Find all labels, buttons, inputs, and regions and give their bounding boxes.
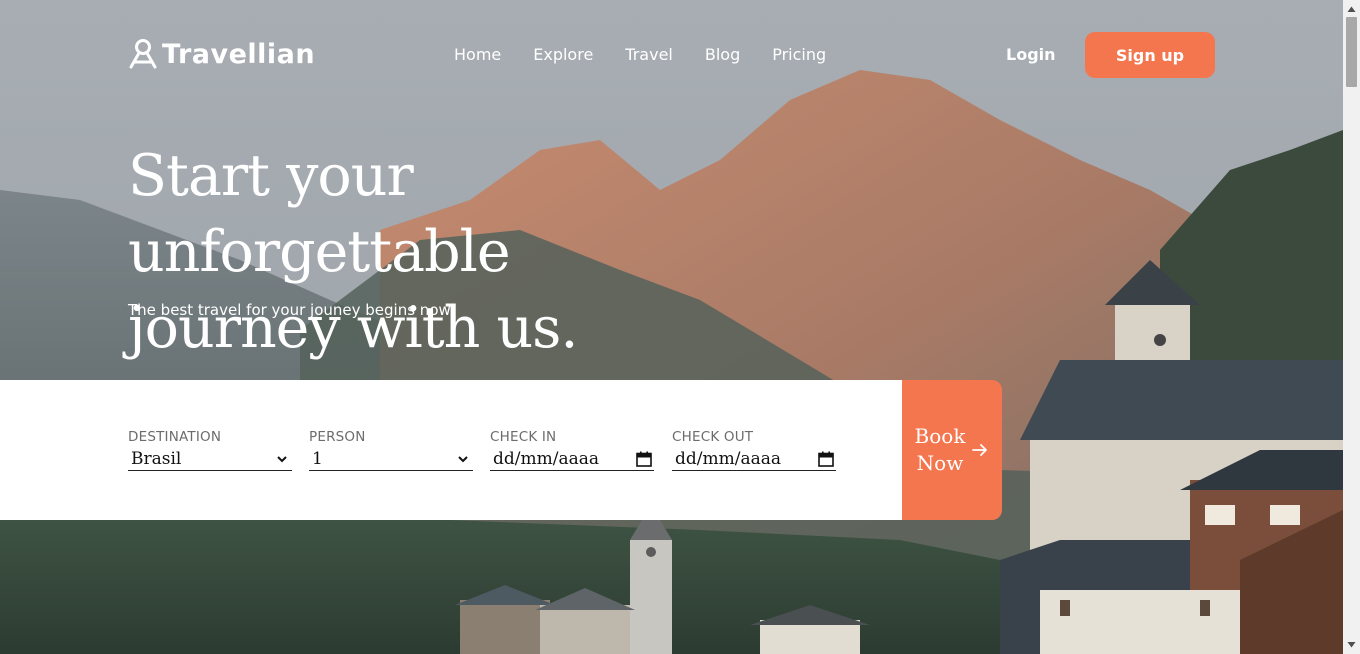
- brand-logo[interactable]: Travellian: [128, 38, 315, 70]
- check-in-label: CHECK IN: [490, 429, 557, 445]
- hero-headline: Start your unforgettable journey with us…: [128, 138, 808, 366]
- login-link[interactable]: Login: [1006, 45, 1056, 64]
- arrow-right-icon: [972, 444, 988, 456]
- hero-subheadline: The best travel for your jouney begins n…: [128, 301, 451, 319]
- main-nav-links: Home Explore Travel Blog Pricing: [454, 45, 826, 64]
- signup-button[interactable]: Sign up: [1085, 32, 1215, 78]
- chevron-down-icon: [277, 455, 287, 462]
- booking-form: DESTINATION Brasil PERSON 1 CHECK IN dd/…: [0, 380, 902, 520]
- brand-name: Travellian: [162, 38, 316, 70]
- destination-field: DESTINATION Brasil: [128, 429, 292, 471]
- person-value: 1: [312, 448, 323, 469]
- booking-bar: DESTINATION Brasil PERSON 1 CHECK IN dd/…: [0, 380, 1002, 520]
- book-now-label: Book Now: [915, 423, 966, 477]
- nav-link-travel[interactable]: Travel: [625, 45, 673, 64]
- nav-link-explore[interactable]: Explore: [533, 45, 593, 64]
- scrollbar-thumb[interactable]: [1346, 17, 1357, 87]
- check-in-date-input[interactable]: dd/mm/aaaa: [490, 447, 654, 471]
- person-field: PERSON 1: [309, 429, 473, 471]
- check-out-date-input[interactable]: dd/mm/aaaa: [672, 447, 836, 471]
- chevron-down-icon: [458, 455, 468, 462]
- destination-label: DESTINATION: [128, 429, 222, 445]
- check-in-field: CHECK IN dd/mm/aaaa: [490, 429, 654, 471]
- calendar-icon[interactable]: [636, 451, 652, 467]
- book-now-line-1: Book: [914, 424, 966, 448]
- nav-link-home[interactable]: Home: [454, 45, 501, 64]
- check-out-label: CHECK OUT: [672, 429, 754, 445]
- book-now-line-2: Now: [916, 451, 964, 475]
- logo-icon: [129, 39, 157, 69]
- nav-link-pricing[interactable]: Pricing: [772, 45, 826, 64]
- person-label: PERSON: [309, 429, 366, 445]
- top-navigation: Travellian Home Explore Travel Blog Pric…: [0, 0, 1343, 110]
- book-now-button[interactable]: Book Now: [902, 380, 1002, 520]
- scroll-down-icon[interactable]: [1347, 641, 1356, 649]
- calendar-icon[interactable]: [818, 451, 834, 467]
- hero-section: Travellian Home Explore Travel Blog Pric…: [0, 0, 1343, 654]
- person-select[interactable]: 1: [309, 447, 473, 471]
- hero-headline-line-1: Start your unforgettable: [128, 143, 511, 285]
- destination-value: Brasil: [131, 448, 182, 469]
- check-out-value: dd/mm/aaaa: [675, 448, 782, 469]
- nav-link-blog[interactable]: Blog: [705, 45, 740, 64]
- check-in-value: dd/mm/aaaa: [493, 448, 600, 469]
- check-out-field: CHECK OUT dd/mm/aaaa: [672, 429, 836, 471]
- vertical-scrollbar[interactable]: [1343, 0, 1360, 654]
- scroll-up-icon[interactable]: [1347, 5, 1356, 13]
- destination-select[interactable]: Brasil: [128, 447, 292, 471]
